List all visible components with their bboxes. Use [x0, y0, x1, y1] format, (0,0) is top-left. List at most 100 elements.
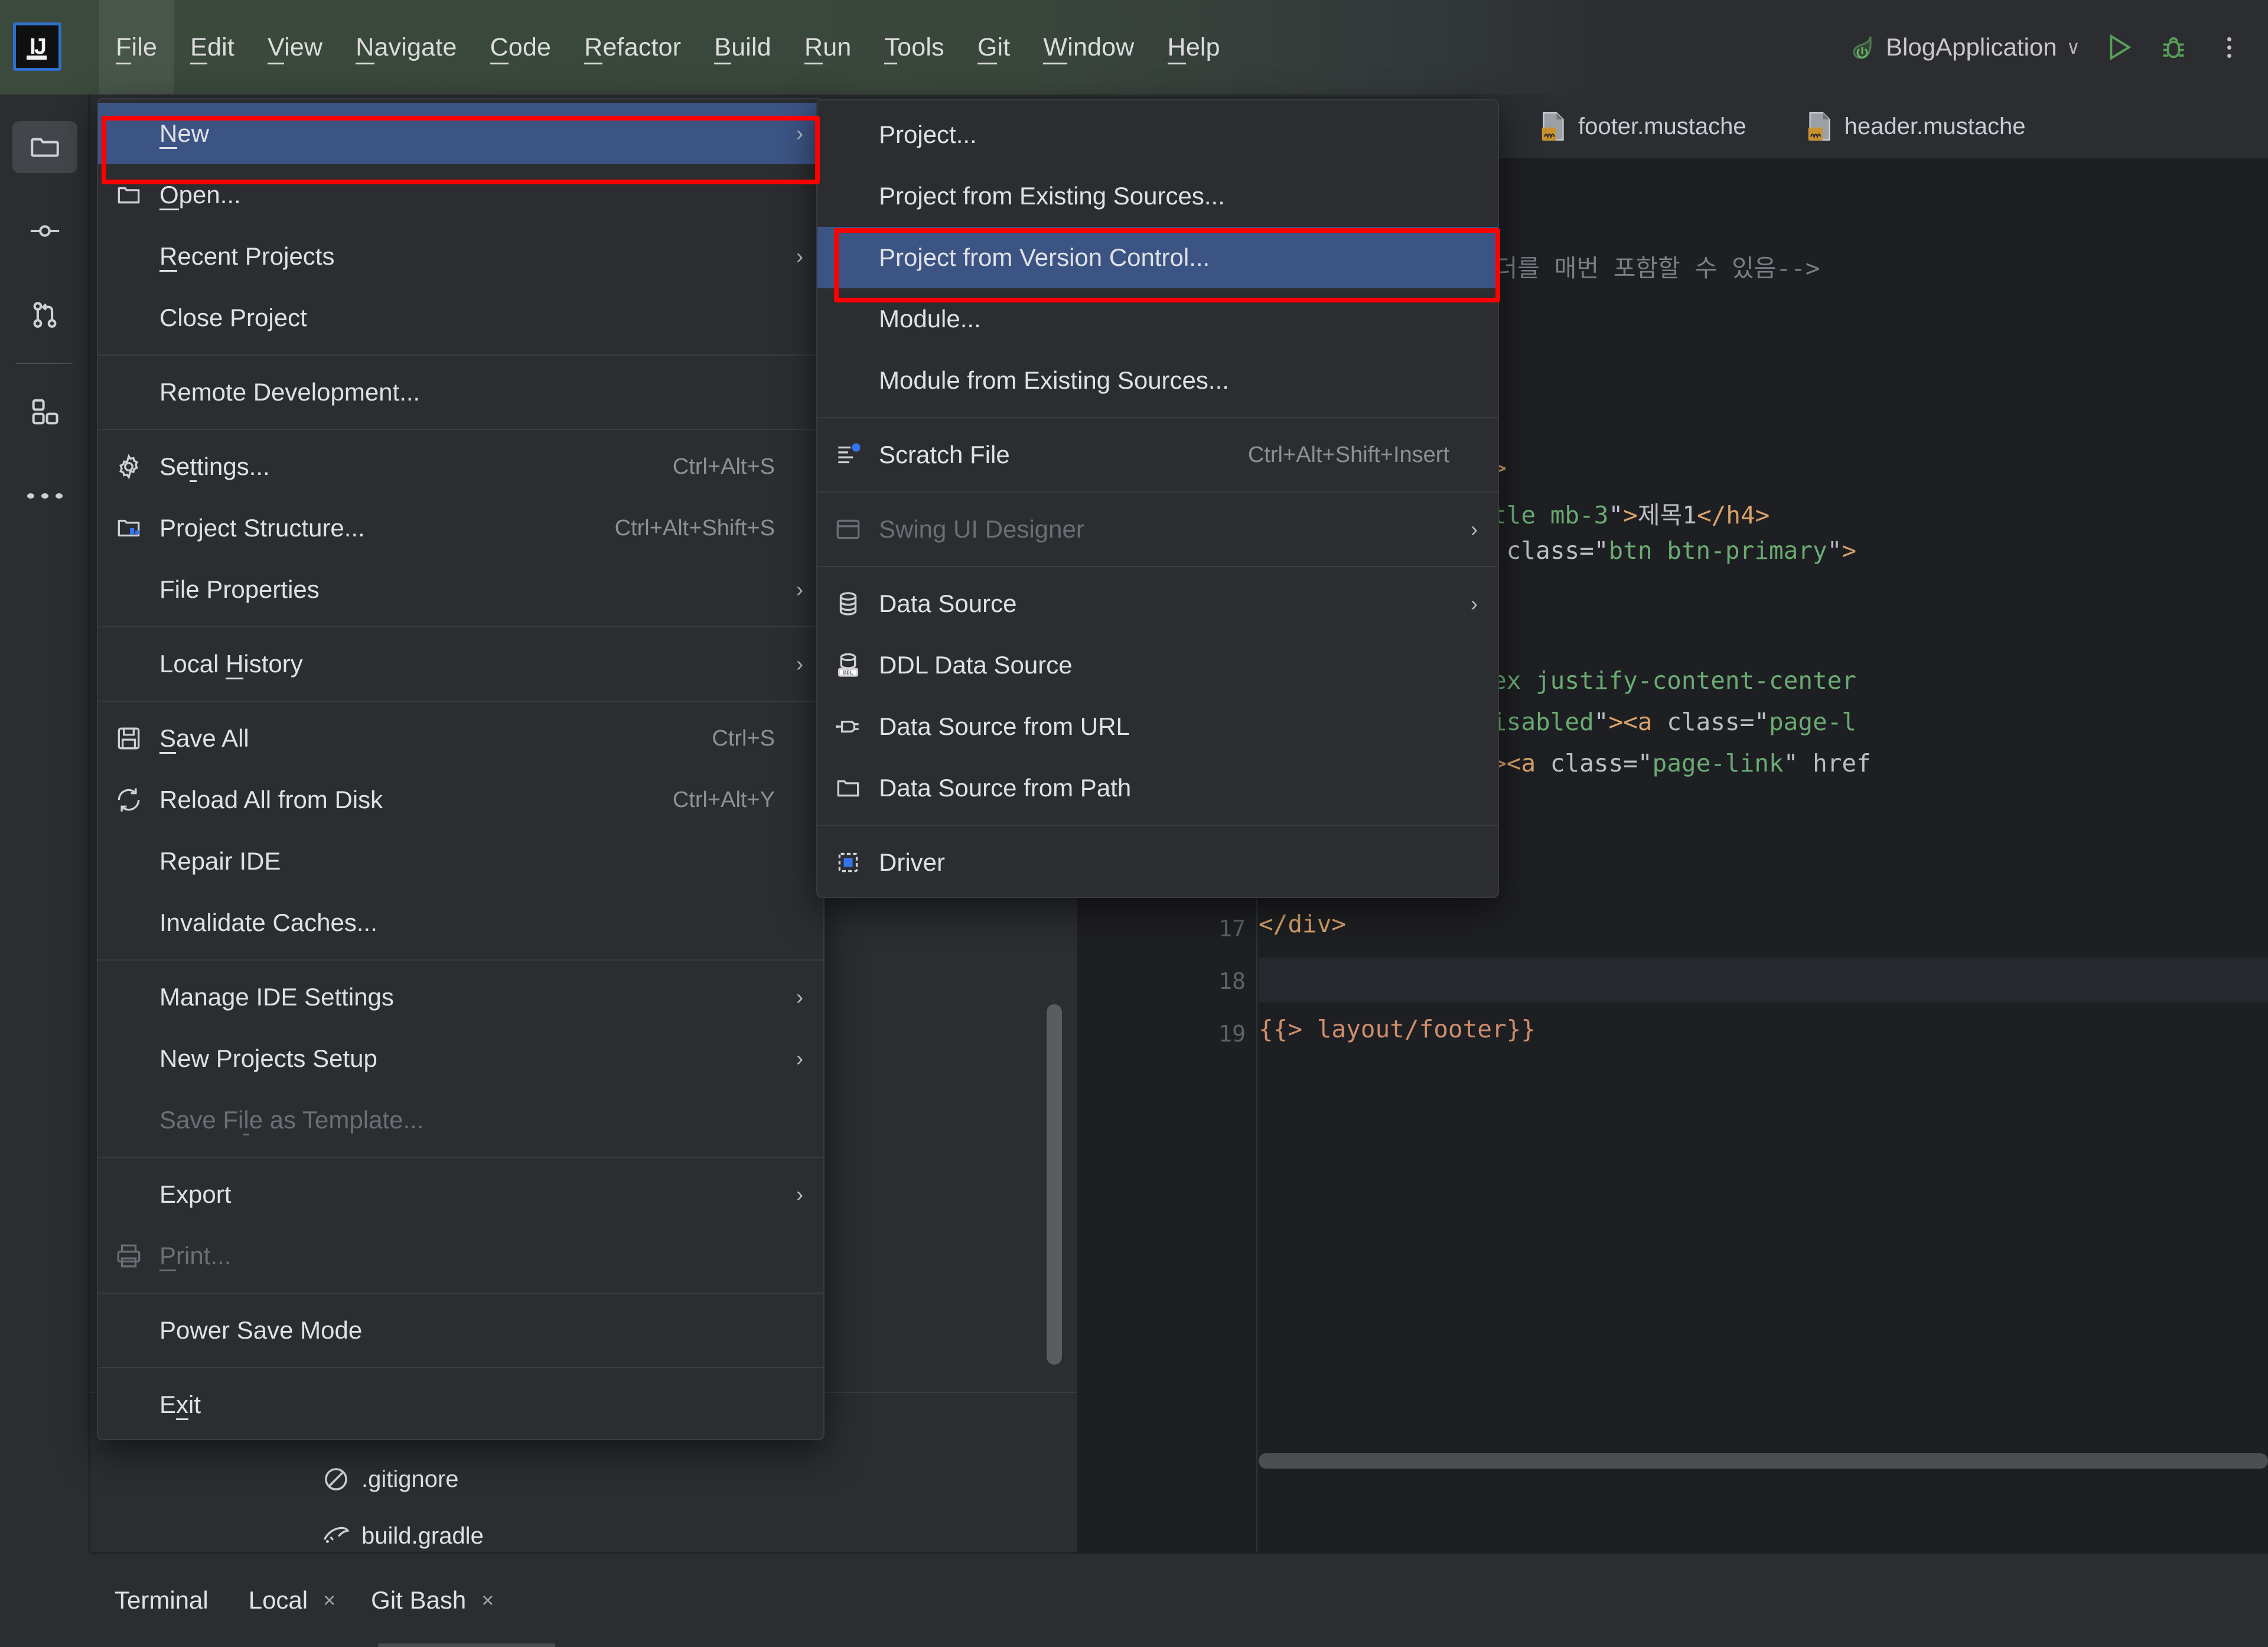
run-configuration-label: BlogApplication — [1886, 33, 2057, 61]
svg-text:DDL: DDL — [843, 669, 853, 676]
more-actions-button[interactable] — [2211, 30, 2247, 65]
menu-run[interactable]: Run — [788, 0, 868, 95]
menu-code[interactable]: Code — [474, 0, 568, 95]
run-configuration-selector[interactable]: BlogApplication ∨ — [1848, 33, 2080, 61]
file-menu-item-remote-development[interactable]: Remote Development... — [98, 362, 823, 423]
intellij-logo[interactable]: IJ — [13, 22, 61, 71]
new-submenu-item-data-source[interactable]: Data Source › — [817, 573, 1498, 634]
new-submenu-item-scratch-file[interactable]: Scratch File Ctrl+Alt+Shift+Insert — [817, 424, 1498, 486]
menu-tools[interactable]: Tools — [868, 0, 960, 95]
swing-ui-icon — [817, 515, 879, 544]
file-menu-item-manage-ide-settings[interactable]: Manage IDE Settings › — [98, 966, 823, 1028]
left-tool-strip — [0, 95, 90, 1552]
menu-item-label: Project... — [879, 121, 977, 148]
editor-tab[interactable]: footer.mustache — [1520, 95, 1767, 158]
project-tree-scrollbar[interactable] — [1047, 1004, 1062, 1365]
tool-window-project[interactable] — [0, 112, 90, 182]
menu-item-shortcut: Ctrl+Alt+Shift+S — [614, 515, 775, 541]
chevron-right-icon: › — [796, 652, 803, 676]
mustache-file-icon — [1540, 111, 1566, 142]
menu-file[interactable]: File — [99, 0, 174, 95]
menu-item-label: Exit — [159, 1391, 780, 1420]
new-submenu-item-driver[interactable]: Driver — [817, 832, 1498, 893]
menu-item-label: Driver — [879, 848, 945, 876]
new-submenu-item-data-source-from-url[interactable]: Data Source from URL — [817, 696, 1498, 757]
file-menu-item-settings[interactable]: Settings... Ctrl+Alt+S — [98, 436, 823, 497]
file-menu-item-recent-projects[interactable]: Recent Projects › — [98, 226, 823, 287]
chevron-right-icon: › — [1471, 591, 1478, 616]
tool-strip-divider — [16, 363, 73, 364]
file-menu-item-save-all[interactable]: Save All Ctrl+S — [98, 708, 823, 769]
file-menu-item-file-properties[interactable]: File Properties › — [98, 559, 823, 620]
terminal-tab[interactable]: Local × — [231, 1586, 353, 1615]
close-icon[interactable]: × — [323, 1588, 335, 1613]
line-number: 17 — [1218, 916, 1246, 942]
project-tree-item-label: .gitignore — [361, 1466, 459, 1492]
main-toolbar-right: BlogApplication ∨ — [1848, 0, 2247, 95]
plug-icon — [817, 712, 879, 741]
menu-item-shortcut: Ctrl+S — [712, 725, 775, 751]
file-menu-item-open[interactable]: Open... — [98, 164, 823, 226]
menu-item-label: Project Structure... — [159, 514, 365, 542]
reload-icon — [98, 785, 159, 815]
tool-window-commit[interactable] — [0, 196, 90, 266]
project-tree-item[interactable]: .gitignore — [90, 1451, 1077, 1508]
menu-separator — [98, 959, 823, 961]
menu-item-label: Project from Version Control... — [879, 243, 1210, 271]
file-menu-item-invalidate-caches[interactable]: Invalidate Caches... — [98, 892, 823, 953]
menu-separator — [98, 354, 823, 356]
tool-window-structure[interactable] — [0, 377, 90, 447]
gradle-icon — [321, 1521, 351, 1551]
file-menu-item-export[interactable]: Export › — [98, 1164, 823, 1225]
menu-window[interactable]: Window — [1027, 0, 1151, 95]
menu-edit[interactable]: Edit — [174, 0, 251, 95]
menu-git[interactable]: Git — [961, 0, 1027, 95]
editor-tab-label: footer.mustache — [1578, 113, 1746, 139]
new-submenu-item-module-from-existing-sources[interactable]: Module from Existing Sources... — [817, 350, 1498, 411]
file-menu-item-save-file-as-template: Save File as Template... — [98, 1089, 823, 1151]
menu-item-label: Scratch File — [879, 441, 1010, 468]
project-tree-item-label: build.gradle — [361, 1522, 484, 1549]
new-submenu-item-ddl-data-source[interactable]: DDL DDL Data Source — [817, 634, 1498, 696]
editor-horizontal-scrollbar[interactable] — [1259, 1453, 2268, 1469]
file-menu-item-local-history[interactable]: Local History › — [98, 633, 823, 695]
menu-view[interactable]: View — [251, 0, 339, 95]
file-menu-item-reload-all-from-disk[interactable]: Reload All from Disk Ctrl+Alt+Y — [98, 769, 823, 831]
close-icon[interactable]: × — [481, 1588, 494, 1613]
menu-item-label: Close Project — [159, 304, 307, 331]
file-menu-item-repair-ide[interactable]: Repair IDE — [98, 831, 823, 892]
debug-button[interactable] — [2156, 30, 2191, 65]
file-menu-item-project-structure[interactable]: Project Structure... Ctrl+Alt+Shift+S — [98, 497, 823, 559]
file-menu-item-new-projects-setup[interactable]: New Projects Setup › — [98, 1028, 823, 1089]
chevron-down-icon: ∨ — [2066, 37, 2080, 58]
commit-icon — [12, 205, 77, 257]
menu-build[interactable]: Build — [698, 0, 788, 95]
new-submenu-item-module[interactable]: Module... — [817, 288, 1498, 350]
chevron-right-icon: › — [796, 577, 803, 601]
editor-tab[interactable]: header.mustache — [1787, 95, 2046, 158]
file-menu-item-exit[interactable]: Exit — [98, 1374, 823, 1436]
file-menu-item-power-save-mode[interactable]: Power Save Mode — [98, 1300, 823, 1361]
menu-item-shortcut: Ctrl+Alt+S — [672, 454, 775, 479]
menu-refactor[interactable]: Refactor — [568, 0, 698, 95]
new-submenu-item-data-source-from-path[interactable]: Data Source from Path — [817, 757, 1498, 819]
tool-window-pull-requests[interactable] — [0, 280, 90, 350]
menu-navigate[interactable]: Navigate — [339, 0, 473, 95]
tool-window-more[interactable] — [0, 461, 90, 530]
menu-item-shortcut: Ctrl+Alt+Shift+Insert — [1247, 442, 1449, 467]
menu-item-label: Data Source from Path — [879, 774, 1132, 802]
code-line: </div> — [1259, 910, 1347, 938]
new-submenu-item-project-from-version-control[interactable]: Project from Version Control... — [817, 227, 1498, 288]
file-menu-item-close-project[interactable]: Close Project — [98, 287, 823, 349]
menu-bar-items: File Edit View Navigate Code Refactor Build Run… — [99, 0, 1237, 95]
menu-help[interactable]: Help — [1151, 0, 1237, 95]
new-submenu-item-project[interactable]: Project... — [817, 104, 1498, 165]
file-menu-item-new[interactable]: New › — [98, 103, 823, 164]
run-button[interactable] — [2100, 30, 2136, 65]
menu-item-label: Save File as Template... — [159, 1106, 780, 1135]
new-submenu-item-project-from-existing-sources[interactable]: Project from Existing Sources... — [817, 165, 1498, 227]
driver-icon — [817, 848, 879, 877]
menu-bar: IJ File Edit View Navigate Code Refactor Build… — [0, 0, 2268, 95]
terminal-tab[interactable]: Git Bash × — [353, 1586, 511, 1615]
menu-item-label: Local History — [159, 650, 780, 679]
